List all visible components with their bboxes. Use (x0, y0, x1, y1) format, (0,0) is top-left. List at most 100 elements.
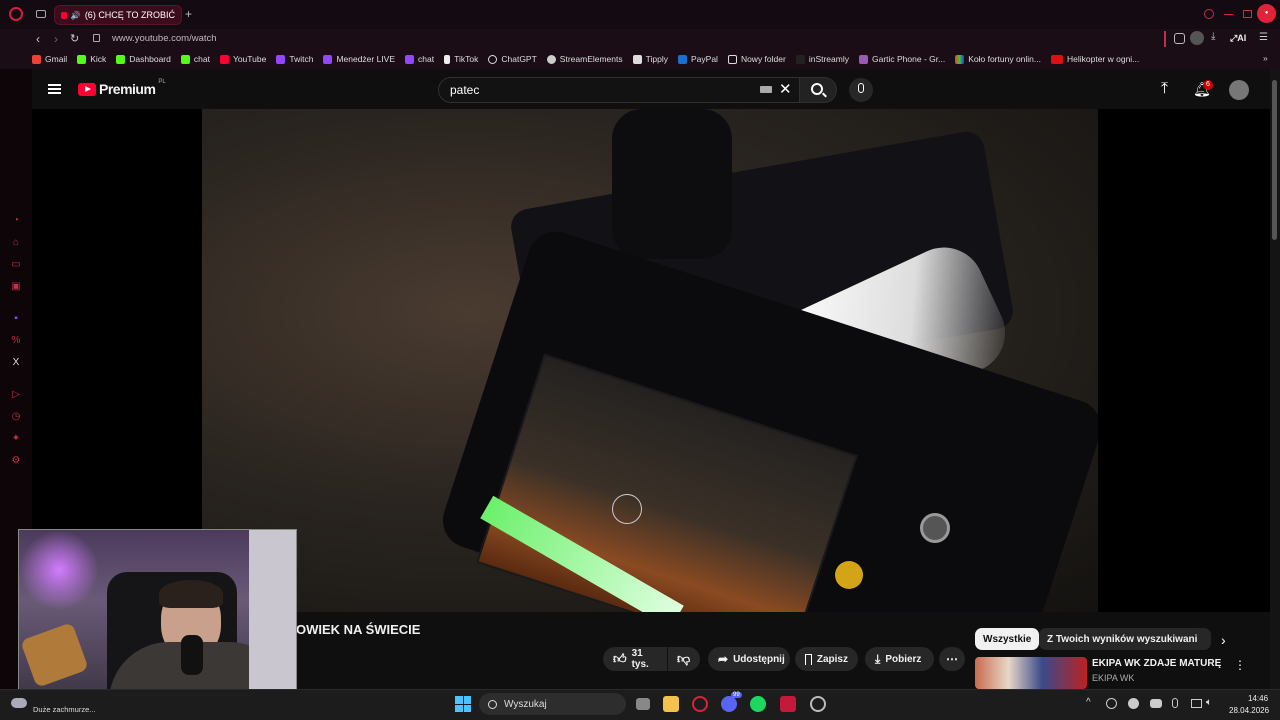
app-taskbar-icon[interactable] (810, 696, 826, 712)
discord-taskbar-icon[interactable] (721, 696, 737, 712)
bookmark-folder[interactable]: Nowy folder (727, 54, 786, 64)
spotify-taskbar-icon[interactable] (750, 696, 766, 712)
tray-volume-icon[interactable]: 🔈︎ (1206, 697, 1212, 708)
news-icon[interactable]: ▣ (10, 281, 22, 293)
chips-next-icon[interactable]: › (1221, 632, 1226, 648)
active-tab[interactable]: 🔊 (6) CHCĘ TO ZROBIĆ (54, 5, 182, 25)
keyboard-icon[interactable] (760, 86, 772, 93)
download-icon[interactable]: ⤓ (1211, 31, 1215, 42)
tab-list-icon[interactable] (36, 10, 46, 18)
reload-icon[interactable]: ↻ (70, 32, 79, 45)
recommended-title[interactable]: EKIPA WK ZDAJE MATURĘ (1092, 658, 1221, 669)
settings-icon[interactable]: ⚙ (10, 455, 22, 467)
bookmark-chat-twitch[interactable]: chat (405, 54, 434, 64)
messenger-icon[interactable]: ▭ (10, 259, 22, 271)
tray-overflow-icon[interactable]: ^ (1086, 697, 1091, 708)
dislike-button[interactable]: 👎︎ (668, 647, 700, 671)
history-icon[interactable]: ◷ (10, 411, 22, 423)
player-icon[interactable]: ▷ (10, 389, 22, 401)
bookmark-paypal[interactable]: PayPal (678, 54, 718, 64)
opera-gx-taskbar-icon[interactable] (692, 696, 708, 712)
bookmark-twitch[interactable]: Twitch (276, 54, 313, 64)
maximize-button[interactable] (1243, 10, 1252, 18)
opera-icon[interactable] (9, 7, 23, 21)
tiktok-icon (444, 54, 451, 64)
bookmark-kick[interactable]: Kick (77, 54, 106, 64)
twitch-sidebar-icon[interactable]: ▪ (10, 313, 22, 325)
taskbar-search-box[interactable]: Wyszukaj (479, 693, 626, 715)
new-tab-button[interactable]: + (185, 7, 192, 21)
recommended-channel[interactable]: EKIPA WK (1092, 673, 1134, 683)
clock-time[interactable]: 14:46 (1248, 694, 1268, 703)
video-frame[interactable] (202, 109, 1098, 612)
clear-search-icon[interactable]: ✕ (779, 80, 792, 98)
bookmark-helikopter[interactable]: Helikopter w ogni... (1050, 54, 1139, 64)
windows-start-icon[interactable] (455, 696, 471, 712)
tray-steam-icon[interactable] (1128, 698, 1139, 709)
chip-partial[interactable] (1197, 628, 1209, 650)
share-icon: ➦ (718, 652, 729, 666)
aria-icon[interactable]: ◔ (10, 215, 22, 227)
bookmark-youtube[interactable]: YouTube (219, 54, 266, 64)
recommended-more-icon[interactable]: ⋮ (1234, 658, 1246, 672)
aria-ai-button[interactable]: ⤢AI (1230, 33, 1246, 44)
extensions-sidebar-icon[interactable]: ✦ (10, 433, 22, 445)
weather-status-text[interactable]: Duże zachmurze... (33, 705, 96, 714)
share-button[interactable]: ➦ Udostępnij (708, 647, 790, 671)
speaker-icon[interactable]: 🔊 (71, 11, 81, 20)
file-explorer-icon[interactable] (663, 696, 679, 712)
percent-icon[interactable]: % (10, 335, 22, 347)
tray-xbox-icon[interactable] (1106, 698, 1117, 709)
search-tabs-icon[interactable] (1204, 9, 1214, 19)
extensions-icon[interactable] (1174, 33, 1185, 44)
tray-network-icon[interactable] (1191, 699, 1202, 708)
x-icon[interactable]: X (10, 357, 22, 369)
bookmark-gmail[interactable]: Gmail (32, 54, 67, 64)
bookmarks-overflow-icon[interactable]: » (1263, 53, 1268, 63)
download-button[interactable]: ⤓ Pobierz (865, 647, 934, 671)
bookmark-instreamly[interactable]: inStreamly (795, 54, 849, 64)
weather-icon[interactable] (11, 698, 27, 708)
grey-dial-shape (920, 513, 950, 543)
youtube-icon (219, 54, 229, 64)
bookmark-kolo-fortuny[interactable]: Koło fortuny onlin... (955, 54, 1041, 64)
save-button[interactable]: Zapisz (795, 647, 858, 671)
cda-icon (1050, 54, 1063, 64)
voice-search-button[interactable] (849, 78, 873, 102)
hamburger-menu-icon[interactable] (48, 84, 61, 94)
search-input[interactable]: patec (438, 77, 800, 103)
clock-date[interactable]: 28.04.2026 (1229, 706, 1269, 715)
webcam-overlay (18, 529, 297, 706)
upload-icon[interactable]: ⤒ (1161, 80, 1168, 98)
bookmark-streamelements[interactable]: StreamElements (546, 54, 623, 64)
back-icon[interactable]: ‹ (36, 32, 40, 46)
tray-mic-icon[interactable] (1172, 698, 1178, 708)
bookmark-chat[interactable]: chat (180, 54, 210, 64)
bookmark-tipply[interactable]: Tipply (632, 54, 668, 64)
forward-icon[interactable]: › (54, 32, 58, 46)
menu-icon[interactable]: ☰ (1259, 32, 1268, 43)
bookmark-chatgpt[interactable]: ChatGPT (488, 54, 537, 64)
youtube-logo[interactable]: Premium PL (78, 79, 166, 97)
vpn-icon[interactable] (1190, 31, 1204, 45)
search-button[interactable] (799, 77, 837, 103)
shopping-icon[interactable]: ⌂ (10, 237, 22, 249)
bookmark-menedzer-live[interactable]: Menedżer LIVE (323, 54, 395, 64)
more-actions-button[interactable]: ⋯ (939, 647, 965, 671)
bookmark-tiktok[interactable]: TikTok (444, 54, 478, 64)
url-field[interactable]: www.youtube.com/watch (112, 33, 217, 44)
task-view-icon[interactable] (636, 698, 650, 710)
like-button[interactable]: 👍︎ 31 tys. (603, 647, 667, 671)
adobe-taskbar-icon[interactable] (780, 696, 796, 712)
recommended-thumbnail[interactable] (975, 657, 1087, 689)
bookmark-gartic[interactable]: Gartic Phone - Gr... (858, 54, 945, 64)
scrollbar-thumb[interactable] (1272, 80, 1277, 240)
chip-all[interactable]: Wszystkie (975, 628, 1040, 650)
person-hair-shape (159, 580, 223, 608)
minimize-button[interactable] (1224, 14, 1233, 15)
tray-discord-icon[interactable] (1150, 699, 1162, 708)
profile-avatar[interactable]: ● (1257, 4, 1276, 23)
account-avatar[interactable] (1229, 80, 1249, 100)
chip-search-results[interactable]: Z Twoich wyników wyszukiwania (1039, 628, 1211, 650)
bookmark-dashboard[interactable]: Dashboard (116, 54, 171, 64)
